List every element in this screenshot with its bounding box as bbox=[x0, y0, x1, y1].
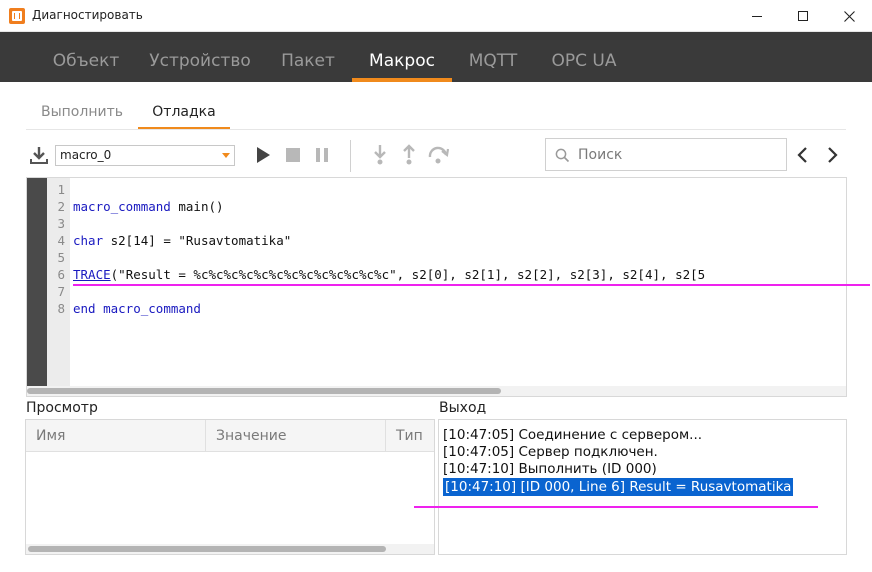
line-number: 1 bbox=[57, 182, 65, 197]
download-button[interactable] bbox=[28, 144, 50, 166]
code-line-char-decl: char s2[14] = "Rusavtomatika" bbox=[73, 233, 291, 248]
code-line-trace: TRACE("Result = %c%c%c%c%c%c%c%c%c%c%c%c… bbox=[73, 267, 705, 282]
play-icon bbox=[257, 147, 270, 163]
previous-button[interactable] bbox=[792, 144, 812, 166]
download-icon bbox=[30, 147, 48, 164]
window-title: Диагностировать bbox=[32, 8, 143, 22]
tab-device[interactable]: Устройство bbox=[140, 32, 260, 82]
code-keyword: macro_command bbox=[73, 199, 171, 214]
output-line[interactable]: [10:47:05] Соединение с сервером... bbox=[443, 426, 702, 444]
search-icon bbox=[555, 148, 570, 163]
watch-table-header: Имя Значение Тип bbox=[26, 420, 434, 452]
watch-horizontal-scrollbar[interactable] bbox=[26, 544, 434, 554]
step-out-icon bbox=[403, 144, 415, 165]
line-number: 8 bbox=[57, 301, 65, 316]
watch-panel-title: Просмотр bbox=[26, 400, 98, 416]
main-tab-bar: Объект Устройство Пакет Макрос MQTT OPC … bbox=[0, 32, 872, 82]
watch-scroll-thumb[interactable] bbox=[28, 546, 386, 552]
output-line[interactable]: [10:47:05] Сервер подключен. bbox=[443, 443, 658, 461]
code-text: s2[14] = "Rusavtomatika" bbox=[103, 233, 292, 248]
chevron-left-icon bbox=[797, 147, 807, 163]
output-panel[interactable]: [10:47:05] Соединение с сервером... [10:… bbox=[438, 419, 847, 555]
stop-button[interactable] bbox=[282, 144, 304, 166]
editor-horizontal-scrollbar[interactable] bbox=[27, 386, 846, 396]
line-number: 2 bbox=[57, 199, 65, 214]
breakpoint-gutter[interactable] bbox=[27, 178, 47, 386]
annotation-underline-trace bbox=[73, 284, 870, 286]
maximize-button[interactable] bbox=[780, 0, 826, 32]
output-line[interactable]: [10:47:10] Выполнить (ID 000) bbox=[443, 460, 657, 478]
play-button[interactable] bbox=[252, 144, 274, 166]
line-number: 7 bbox=[57, 284, 65, 299]
subtab-debug[interactable]: Отладка bbox=[138, 96, 230, 130]
line-number: 6 bbox=[57, 267, 65, 282]
code-line-macro-command: macro_command main() bbox=[73, 199, 224, 214]
search-input[interactable]: Поиск bbox=[545, 138, 787, 171]
annotation-underline-result bbox=[414, 506, 818, 508]
step-out-button[interactable] bbox=[398, 143, 420, 167]
tab-macro[interactable]: Макрос bbox=[352, 32, 452, 82]
minimize-icon bbox=[752, 15, 762, 17]
column-header-value[interactable]: Значение bbox=[206, 420, 386, 452]
pause-button[interactable] bbox=[311, 144, 333, 166]
code-editor[interactable]: 1 2 3 4 5 6 7 8 macro_command main() cha… bbox=[26, 177, 847, 397]
toolbar-separator bbox=[350, 140, 351, 172]
code-text: main() bbox=[170, 199, 224, 214]
step-over-icon bbox=[428, 146, 449, 164]
code-function: TRACE bbox=[73, 267, 111, 282]
stop-icon bbox=[286, 148, 300, 162]
line-number: 5 bbox=[57, 250, 65, 265]
subtab-divider bbox=[26, 129, 846, 130]
column-header-type[interactable]: Тип bbox=[386, 420, 434, 452]
code-keyword: char bbox=[73, 233, 104, 248]
output-line-selected[interactable]: [10:47:10] [ID 000, Line 6] Result = Rus… bbox=[443, 478, 794, 496]
tab-packet[interactable]: Пакет bbox=[268, 32, 348, 82]
tab-mqtt[interactable]: MQTT bbox=[458, 32, 528, 82]
watch-panel[interactable]: Имя Значение Тип bbox=[25, 419, 435, 555]
macro-select[interactable]: macro_0 bbox=[55, 145, 235, 166]
close-icon bbox=[843, 10, 855, 22]
code-keyword: end bbox=[73, 301, 96, 316]
tab-object[interactable]: Объект bbox=[40, 32, 132, 82]
line-number: 4 bbox=[57, 233, 65, 248]
editor-scroll-thumb[interactable] bbox=[27, 388, 501, 394]
step-over-button[interactable] bbox=[426, 143, 450, 167]
line-number: 3 bbox=[57, 216, 65, 231]
close-button[interactable] bbox=[826, 0, 872, 32]
tab-opc-ua[interactable]: OPC UA bbox=[536, 32, 632, 82]
macro-select-value: macro_0 bbox=[60, 148, 112, 162]
step-into-icon bbox=[374, 145, 386, 165]
code-keyword: macro_command bbox=[103, 301, 201, 316]
output-panel-title: Выход bbox=[439, 400, 487, 416]
title-bar: Диагностировать bbox=[0, 0, 872, 32]
maximize-icon bbox=[798, 11, 808, 21]
search-placeholder: Поиск bbox=[578, 147, 623, 163]
code-text: ("Result = %c%c%c%c%c%c%c%c%c%c%c%c%c", … bbox=[110, 267, 706, 282]
app-icon bbox=[9, 8, 25, 24]
chevron-right-icon bbox=[828, 147, 838, 163]
code-line-end: end macro_command bbox=[73, 301, 201, 316]
step-into-button[interactable] bbox=[369, 143, 391, 167]
column-header-name[interactable]: Имя bbox=[26, 420, 206, 452]
pause-icon bbox=[316, 148, 328, 162]
next-button[interactable] bbox=[823, 144, 843, 166]
subtab-run[interactable]: Выполнить bbox=[30, 96, 134, 130]
chevron-down-icon bbox=[222, 153, 230, 158]
minimize-button[interactable] bbox=[734, 0, 780, 32]
